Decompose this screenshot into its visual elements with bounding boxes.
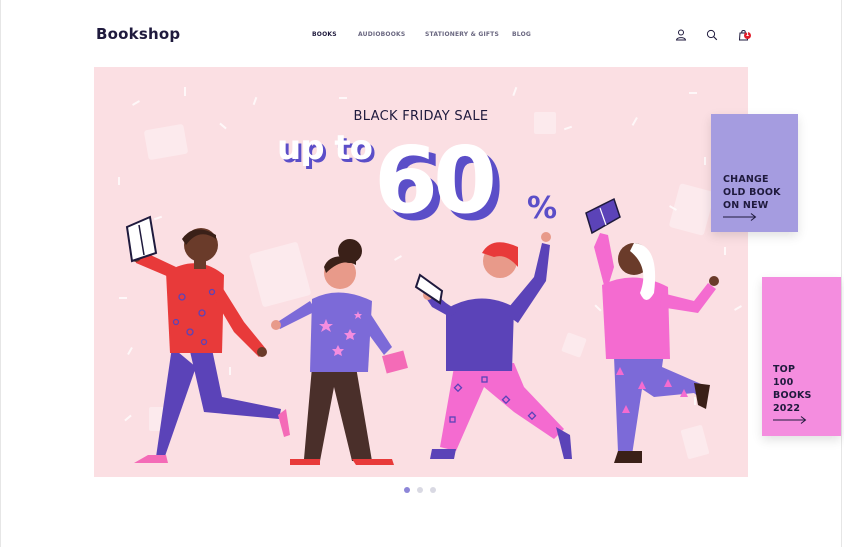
promo-change-old-book[interactable]: CHANGE OLD BOOK ON NEW [711, 114, 798, 232]
nav-item-books[interactable]: BOOKS [312, 31, 337, 38]
nav-item-audiobooks[interactable]: AUDIOBOOKS [358, 31, 405, 38]
hero-discount: 60 [374, 127, 493, 234]
carousel-dot-1[interactable] [404, 487, 410, 493]
hero-prefix: up to [277, 128, 372, 168]
person-pink-pants [414, 232, 572, 459]
promo-top-label: TOP 100 BOOKS 2022 [773, 364, 812, 414]
site-logo[interactable]: Bookshop [96, 25, 180, 43]
carousel-dot-3[interactable] [430, 487, 436, 493]
nav-item-stationery-gifts[interactable]: STATIONERY & GIFTS [425, 31, 499, 38]
promo-top-100-books[interactable]: TOP 100 BOOKS 2022 [762, 277, 841, 436]
carousel-dots [404, 487, 444, 495]
nav-item-blog[interactable]: BLOG [512, 31, 531, 38]
carousel-dot-2[interactable] [417, 487, 423, 493]
arrow-right-icon [773, 416, 807, 424]
hero-unit: % [527, 191, 557, 226]
user-icon[interactable] [674, 27, 688, 41]
search-icon[interactable] [705, 27, 719, 41]
cart-icon[interactable]: 1 [737, 27, 751, 41]
hero-banner: up to up to 60 60 % BLACK FRIDAY SALE [94, 67, 748, 477]
promo-change-label: CHANGE OLD BOOK ON NEW [723, 174, 781, 211]
person-white-hair [585, 197, 719, 463]
hero-title: BLACK FRIDAY SALE [353, 109, 489, 124]
arrow-right-icon [723, 213, 757, 221]
hero-illustration: up to up to 60 60 % [118, 86, 742, 465]
cart-count-badge: 1 [744, 32, 751, 39]
